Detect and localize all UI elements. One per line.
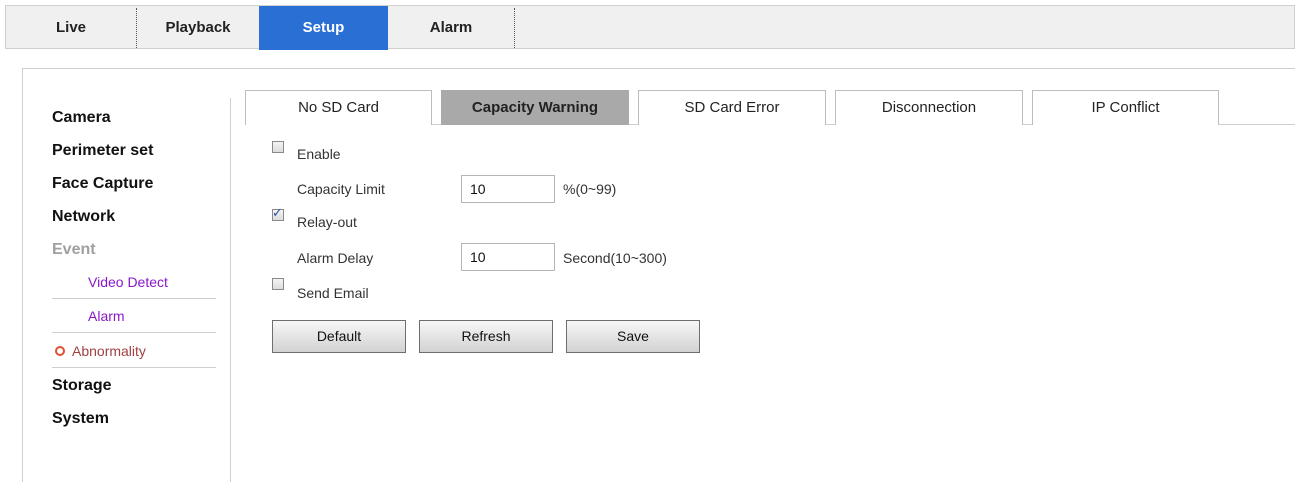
relay-out-checkbox[interactable]: ✓: [272, 205, 284, 221]
default-button[interactable]: Default: [272, 320, 406, 353]
refresh-button[interactable]: Refresh: [419, 320, 553, 353]
tab-playback[interactable]: Playback: [137, 6, 259, 50]
subtab-ip-conflict[interactable]: IP Conflict: [1032, 90, 1219, 125]
sidebar-subitem-alarm[interactable]: Alarm: [52, 300, 216, 333]
tab-alarm[interactable]: Alarm: [388, 6, 514, 50]
subtab-sd-card-error[interactable]: SD Card Error: [638, 90, 826, 125]
sidebar-item-network[interactable]: Network: [52, 208, 115, 226]
tab-separator: [514, 8, 515, 48]
send-email-checkbox[interactable]: [272, 278, 284, 290]
sidebar-item-event[interactable]: Event: [52, 241, 96, 259]
alarm-delay-hint: Second(10~300): [563, 250, 667, 266]
alarm-delay-input[interactable]: [461, 243, 555, 271]
subtab-capacity-warning[interactable]: Capacity Warning: [441, 90, 629, 125]
sidebar-item-system[interactable]: System: [52, 410, 109, 428]
capacity-limit-input[interactable]: [461, 175, 555, 203]
alarm-delay-label: Alarm Delay: [297, 250, 374, 266]
top-navigation: Live Playback Setup Alarm: [5, 5, 1295, 50]
sidebar-item-camera[interactable]: Camera: [52, 109, 111, 127]
sidebar-subitem-label: Alarm: [88, 308, 125, 324]
sidebar-divider: [230, 98, 231, 482]
enable-checkbox[interactable]: [272, 141, 284, 153]
capacity-limit-label: Capacity Limit: [297, 181, 385, 197]
save-button[interactable]: Save: [566, 320, 700, 353]
subtab-no-sd-card[interactable]: No SD Card: [245, 90, 432, 125]
tab-setup[interactable]: Setup: [259, 6, 388, 50]
sidebar-item-storage[interactable]: Storage: [52, 377, 112, 395]
sidebar-item-perimeter-set[interactable]: Perimeter set: [52, 142, 153, 160]
tab-live[interactable]: Live: [6, 6, 136, 50]
enable-label: Enable: [297, 146, 341, 162]
sidebar-subitem-label: Video Detect: [88, 274, 168, 290]
send-email-label: Send Email: [297, 285, 369, 301]
relay-out-label: Relay-out: [297, 214, 357, 230]
subtab-disconnection[interactable]: Disconnection: [835, 90, 1023, 125]
sidebar-subitem-video-detect[interactable]: Video Detect: [52, 266, 216, 299]
sidebar-item-face-capture[interactable]: Face Capture: [52, 175, 153, 193]
checkmark-icon: ✓: [272, 205, 283, 220]
active-bullet-icon: [55, 346, 65, 356]
sidebar-subitem-label: Abnormality: [72, 343, 146, 359]
sidebar-subitem-abnormality[interactable]: Abnormality: [52, 335, 216, 368]
capacity-limit-hint: %(0~99): [563, 181, 617, 197]
